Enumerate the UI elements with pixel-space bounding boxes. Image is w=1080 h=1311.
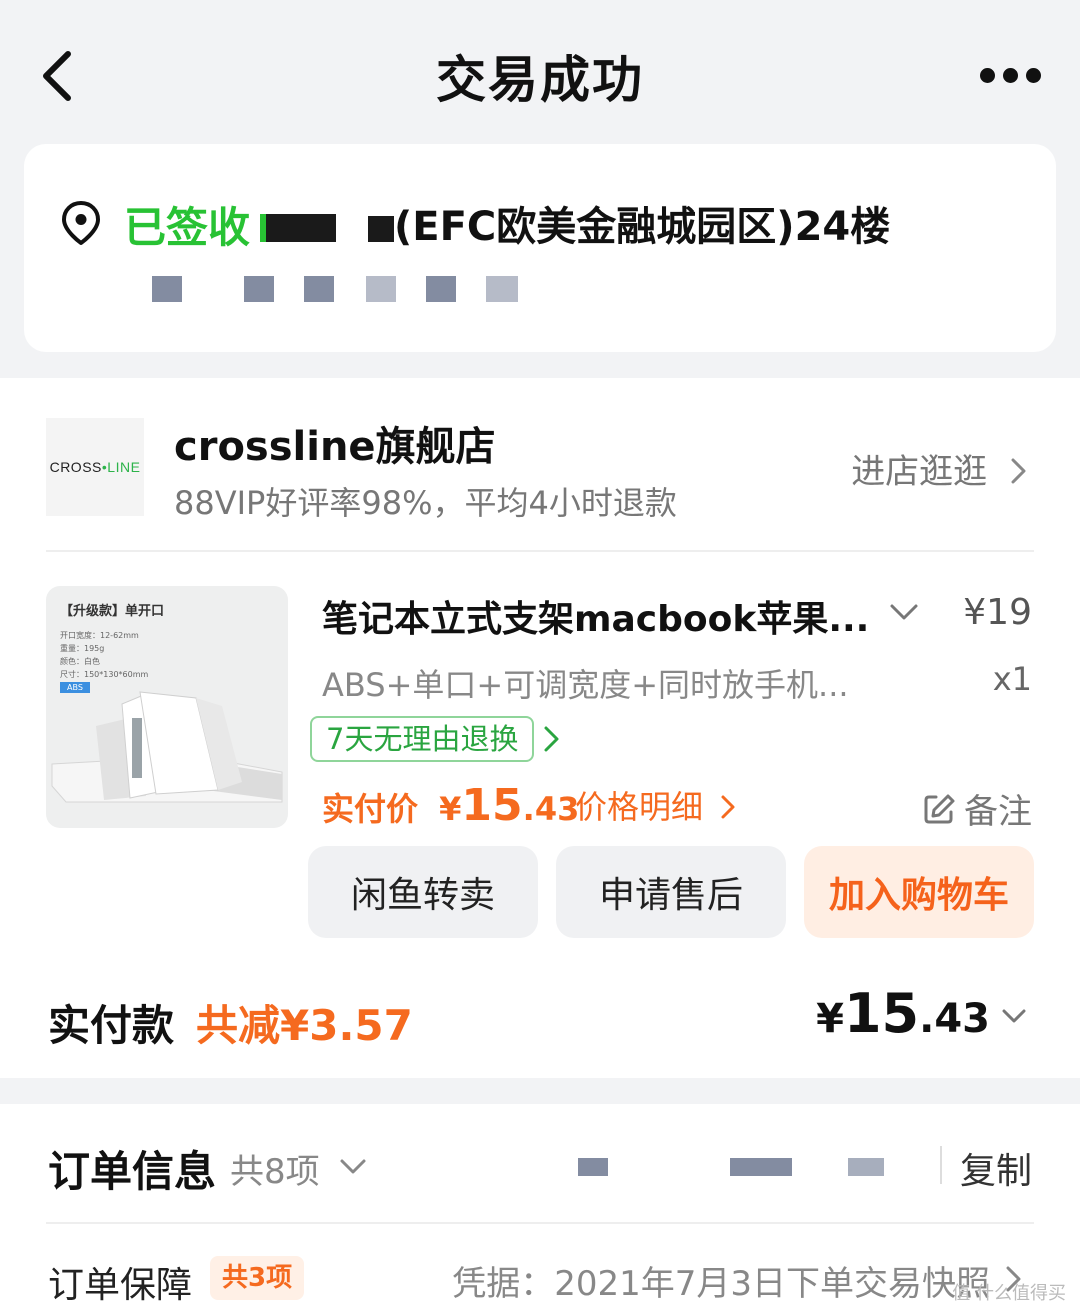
delivery-address-card[interactable]: 已签收 (EFC欧美金融城园区)24楼 xyxy=(24,144,1056,352)
location-pin-icon xyxy=(62,201,100,245)
price-detail-link[interactable]: 价格明细 xyxy=(575,782,737,828)
note-label: 备注 xyxy=(964,792,1032,832)
total-discount: 共减¥3.57 xyxy=(196,1001,413,1050)
order-info-count[interactable]: 共8项 xyxy=(230,1144,320,1193)
visit-shop-label: 进店逛逛 xyxy=(851,452,988,492)
delivery-address: (EFC欧美金融城园区)24楼 xyxy=(394,204,891,250)
page-title: 交易成功 xyxy=(436,51,644,109)
redacted-block xyxy=(848,1158,884,1176)
divider xyxy=(46,550,1034,552)
shop-name[interactable]: crossline旗舰店 xyxy=(174,414,496,472)
after-sale-button[interactable]: 申请售后 xyxy=(556,846,786,938)
edit-note-icon xyxy=(924,794,955,823)
product-title[interactable]: 笔记本立式支架macbook苹果... xyxy=(322,590,869,642)
chevron-right-icon xyxy=(1011,458,1026,484)
order-info-title[interactable]: 订单信息 xyxy=(48,1138,216,1199)
shop-rating: 88VIP好评率98%，平均4小时退款 xyxy=(174,484,677,522)
order-info-section: 订单信息 共8项 复制 订单保障 共3项 凭据：2021年7月3日下单交易快照 … xyxy=(0,1104,1080,1311)
product-quantity: x1 xyxy=(992,660,1032,698)
copy-button[interactable]: 复制 xyxy=(960,1142,1032,1194)
laptop-stand-illustration xyxy=(51,691,283,803)
resell-button[interactable]: 闲鱼转卖 xyxy=(308,846,538,938)
chevron-down-icon[interactable] xyxy=(338,1156,368,1178)
redacted-block xyxy=(304,276,334,302)
product-thumbnail[interactable]: 【升级款】单开口 开口宽度：12-62mm 重量：195g 颜色：白色 尺寸：1… xyxy=(46,586,288,828)
order-snapshot-link[interactable]: 凭据：2021年7月3日下单交易快照 xyxy=(452,1256,990,1305)
redacted-block xyxy=(366,276,396,302)
more-dots-icon[interactable] xyxy=(980,66,1042,86)
redacted-block xyxy=(244,276,274,302)
total-paid-label: 实付款 xyxy=(48,1001,175,1050)
redacted-block xyxy=(578,1158,608,1176)
return-policy-badge[interactable]: 7天无理由退换 xyxy=(310,716,535,762)
product-sku: ABS+单口+可调宽度+同时放手机... xyxy=(322,666,849,704)
redacted-block xyxy=(260,214,336,242)
note-button[interactable]: 备注 xyxy=(922,784,1032,833)
redacted-block xyxy=(368,216,394,242)
watermark: 值 什么值得买 xyxy=(952,1283,1066,1304)
add-to-cart-button[interactable]: 加入购物车 xyxy=(804,846,1034,938)
chevron-right-icon[interactable] xyxy=(542,724,562,754)
redacted-block xyxy=(486,276,518,302)
guarantee-count-badge[interactable]: 共3项 xyxy=(210,1256,305,1300)
order-guarantee-label: 订单保障 xyxy=(48,1265,193,1306)
redacted-block xyxy=(730,1158,792,1176)
shop-logo[interactable]: CROSS • LINE xyxy=(46,418,144,516)
chevron-down-icon[interactable] xyxy=(888,600,920,624)
chevron-down-icon[interactable] xyxy=(1000,1006,1028,1028)
order-card: CROSS • LINE crossline旗舰店 88VIP好评率98%，平均4小… xyxy=(0,378,1080,1078)
divider xyxy=(46,1222,1034,1224)
product-price: ¥19 xyxy=(963,592,1032,633)
delivery-status: 已签收 xyxy=(124,203,251,252)
redacted-block xyxy=(426,276,456,302)
total-amount[interactable]: ¥15.43 xyxy=(816,982,990,1045)
redacted-block xyxy=(152,276,182,302)
top-bar: 交易成功 xyxy=(0,0,1080,150)
visit-shop-link[interactable]: 进店逛逛 xyxy=(851,444,1030,493)
divider xyxy=(940,1146,942,1184)
chevron-right-icon xyxy=(721,795,735,819)
paid-price: 实付价 ¥15.43 xyxy=(322,780,580,831)
